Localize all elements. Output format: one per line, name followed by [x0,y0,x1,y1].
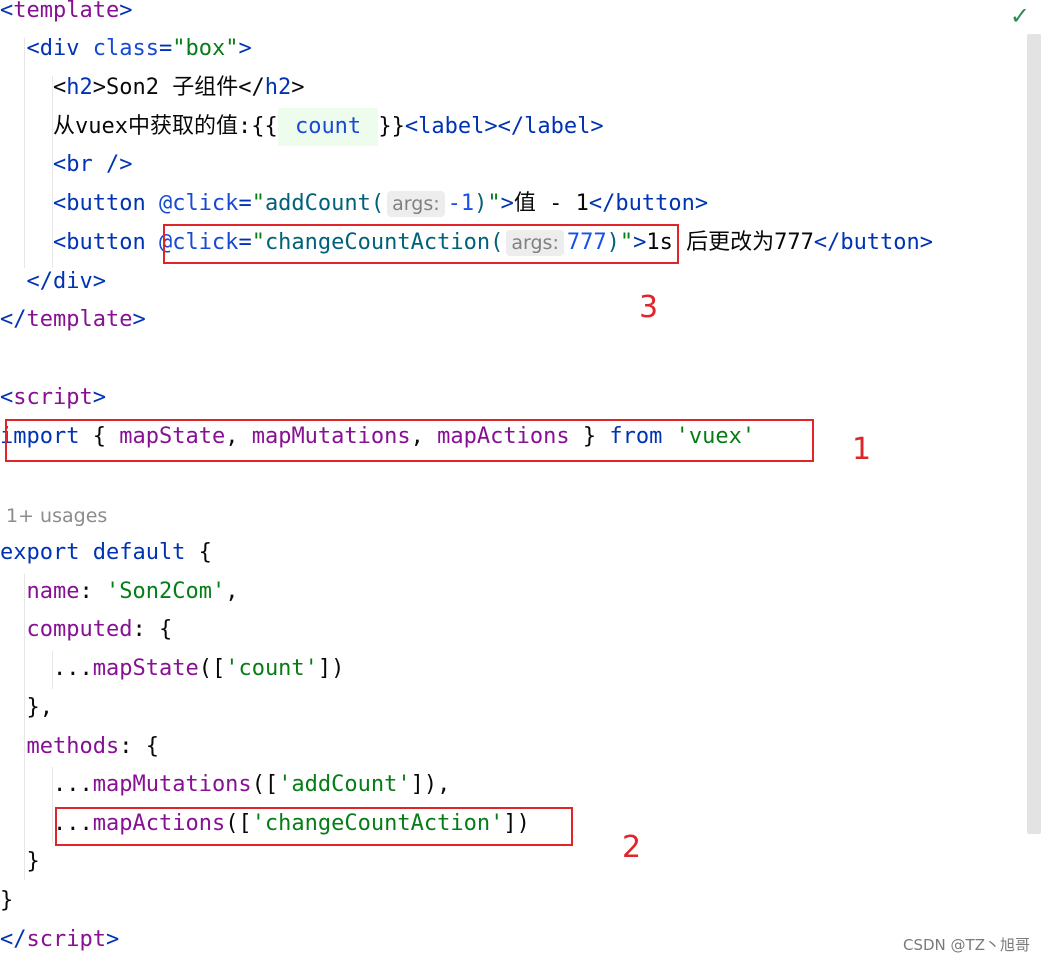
code-line-23: } [0,888,14,913]
code-line-18: }, [26,695,54,720]
code-line-1: <template> [0,0,133,23]
code-line-2: <div class="box"> [26,36,252,61]
code-line-20: ...mapMutations(['addCount']), [52,772,451,797]
highlight-box-3 [163,224,679,264]
usages-hint[interactable]: 1+ usages [6,498,107,534]
code-line-16: computed: { [26,617,173,642]
code-line-8: </div> [26,269,106,294]
code-line-19: methods: { [26,734,159,759]
code-line-14: export default { [0,540,212,565]
code-line-5: <br /> [52,152,133,177]
code-line-17: ...mapState(['count']) [52,656,345,681]
code-line-24: </script> [0,927,120,952]
interpolation-highlight: count [277,108,379,146]
parameter-hint: args: [387,191,445,217]
code-line-11: <script> [0,385,106,410]
code-editor[interactable]: <template> <div class="box"> <h2>Son2 子组… [0,0,1024,963]
annotation-3: 3 [639,290,659,325]
annotation-2: 2 [622,830,642,865]
code-line-22: } [26,849,40,874]
no-problems-check-icon[interactable]: ✓ [1010,2,1030,30]
watermark: CSDN @TZ丶旭哥 [903,936,1030,954]
code-line-9: </template> [0,307,146,332]
annotation-1: 1 [852,432,872,467]
code-line-15: name: 'Son2Com', [26,579,239,604]
code-line-4: 从vuex中获取的值:{{ count }}<label></label> [0,108,604,146]
code-line-3: <h2>Son2 子组件</h2> [52,75,305,100]
highlight-box-1 [5,419,814,462]
code-line-6: <button @click="addCount(args: -1)">值 - 1… [52,191,709,217]
vertical-scrollbar[interactable] [1027,34,1041,834]
highlight-box-2 [55,807,573,846]
